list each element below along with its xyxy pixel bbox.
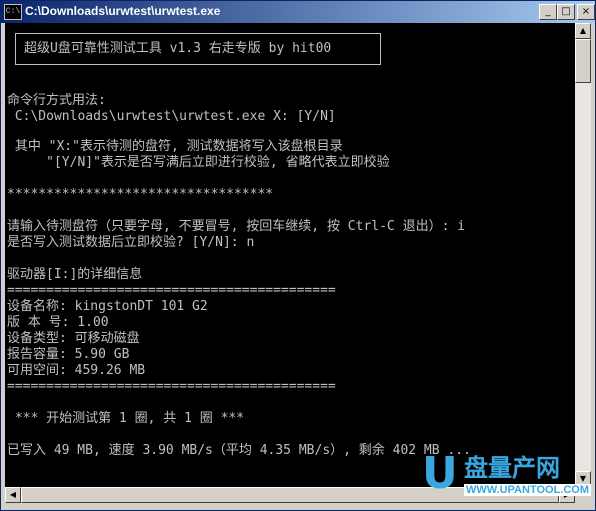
console-output[interactable]: 超级U盘可靠性测试工具 v1.3 右走专版 by hit00 命令行方式用法: … [5,23,575,487]
vertical-scrollbar[interactable]: ▲ ▼ [575,23,591,487]
device-name-line: 设备名称: kingstonDT 101 G2 [7,299,208,314]
scroll-left-arrow-icon[interactable]: ◀ [5,487,21,503]
explain-line-2: "[Y/N]"表示是否写满后立即进行校验, 省略代表立即校验 [7,155,390,170]
watermark-url: WWW.UPANTOOL.COM [464,484,592,496]
device-type-line: 设备类型: 可移动磁盘 [7,331,140,346]
separator-2: ========================================… [7,379,336,394]
drive-prompt: 请输入待测盘符（只要字母, 不要冒号, 按回车继续, 按 Ctrl-C 退出）:… [7,219,466,234]
verify-prompt: 是否写入测试数据后立即校验? [Y/N]: n [7,235,255,250]
upantool-watermark: U 盘量产网 WWW.UPANTOOL.COM [420,448,592,506]
separator-1: ========================================… [7,283,336,298]
free-space-line: 可用空间: 459.26 MB [7,363,146,378]
watermark-name: 盘量产网 [464,454,560,482]
usage-command: C:\Downloads\urwtest\urwtest.exe X: [Y/N… [7,109,336,124]
close-button[interactable]: × [577,4,595,20]
tool-banner: 超级U盘可靠性测试工具 v1.3 右走专版 by hit00 [15,33,381,65]
console-window: C:\ C:\Downloads\urwtest\urwtest.exe _ □… [0,0,596,511]
explain-line-1: 其中 "X:"表示待测的盘符, 测试数据将写入该盘根目录 [7,139,343,154]
vertical-scroll-thumb[interactable] [575,39,591,83]
window-title: C:\Downloads\urwtest\urwtest.exe [25,4,221,18]
banner-text: 超级U盘可靠性测试工具 v1.3 右走专版 by hit00 [24,41,332,56]
test-round-line: *** 开始测试第 1 圈, 共 1 圈 *** [7,411,245,426]
console-app-icon[interactable]: C:\ [4,4,22,20]
drive-info-header: 驱动器[I:]的详细信息 [7,267,143,282]
capacity-line: 报告容量: 5.90 GB [7,347,130,362]
title-bar[interactable]: C:\ C:\Downloads\urwtest\urwtest.exe _ □… [1,1,595,23]
watermark-logo-letter: U [422,448,458,499]
progress-line: 已写入 49 MB, 速度 3.90 MB/s（平均 4.35 MB/s）, 剩… [7,443,471,458]
usage-header: 命令行方式用法: [7,93,106,108]
version-line: 版 本 号: 1.00 [7,315,109,330]
maximize-button[interactable]: □ [557,4,575,20]
minimize-button[interactable]: _ [539,4,557,20]
scroll-up-arrow-icon[interactable]: ▲ [575,23,591,39]
stars-separator: ********************************** [7,187,274,202]
